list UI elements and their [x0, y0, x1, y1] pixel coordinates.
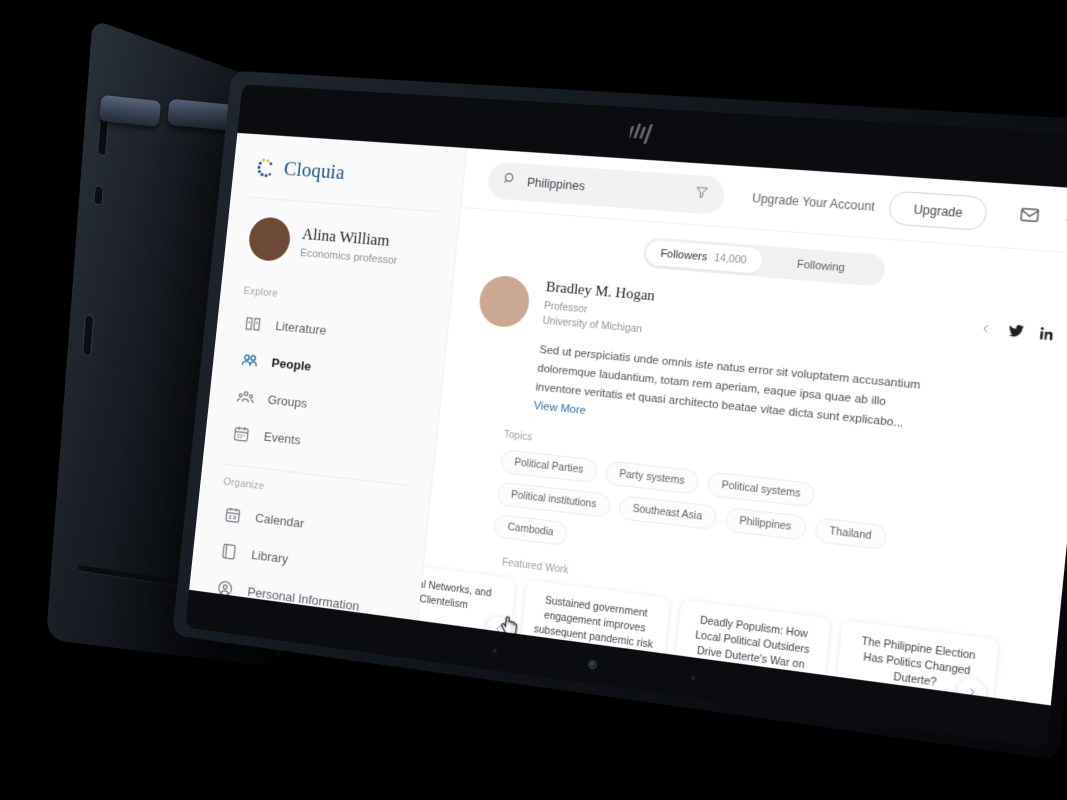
laptop-port-jack	[93, 184, 104, 207]
tab-following[interactable]: Following	[760, 249, 882, 284]
search-box[interactable]	[486, 160, 727, 215]
bezel-bottom-strip	[185, 589, 1051, 748]
topic-chip[interactable]: Political Parties	[499, 449, 599, 484]
topic-chip[interactable]: Political institutions	[496, 481, 612, 518]
topic-chip[interactable]: Political systems	[706, 471, 817, 508]
people-icon	[239, 350, 260, 372]
followers-tabs: Followers 14,000 Following	[641, 236, 886, 287]
bell-icon[interactable]	[1063, 207, 1067, 233]
webcam	[587, 658, 597, 670]
laptop-port-hdmi	[81, 313, 95, 357]
tab-followers-count: 14,000	[713, 251, 748, 267]
hp-logo	[628, 123, 653, 144]
topic-chip[interactable]: Philippines	[724, 506, 807, 541]
sidebar-item-label: People	[270, 355, 312, 374]
library-book-icon	[219, 541, 240, 563]
avatar[interactable]	[477, 274, 532, 329]
sidebar-item-label: Groups	[267, 392, 308, 411]
featured-work-authors	[831, 694, 992, 706]
featured-work-card[interactable]: The Philippine Election Has Politics Cha…	[831, 620, 999, 706]
chevron-left-icon[interactable]	[978, 321, 993, 341]
book-icon	[243, 313, 264, 334]
avatar	[735, 689, 756, 706]
sidebar-item-label: Calendar	[254, 510, 305, 531]
linkedin-icon[interactable]	[1038, 325, 1055, 346]
laptop-scene: Cloquia Alina William Economics professo…	[0, 0, 1067, 800]
view-more-link[interactable]: View More	[533, 400, 586, 417]
topbar-icons	[1018, 200, 1067, 245]
tab-followers-label: Followers	[659, 247, 708, 263]
profile-actions	[978, 316, 1056, 347]
featured-work-card[interactable]: Deadly Populism: How Local Political Out…	[670, 599, 831, 706]
featured-work-title: The Philippine Election Has Politics Cha…	[861, 634, 977, 690]
topic-chip[interactable]: Cambodia	[493, 513, 569, 546]
sensor-dot-left	[492, 648, 497, 653]
topic-chip[interactable]: Party systems	[604, 460, 700, 495]
topic-chip[interactable]: Thailand	[813, 517, 888, 550]
brand-name: Cloquia	[282, 156, 346, 184]
avatar	[246, 215, 293, 263]
groups-icon	[235, 386, 256, 408]
upgrade-button[interactable]: Upgrade	[887, 190, 989, 232]
calendar-events-icon	[231, 423, 252, 445]
twitter-icon[interactable]	[1006, 322, 1024, 344]
sidebar-item-label: Library	[250, 547, 289, 567]
carousel-next-button[interactable]	[955, 677, 987, 706]
profile-bio-text: Sed ut perspiciatis unde omnis iste natu…	[535, 344, 921, 430]
tab-following-label: Following	[796, 257, 846, 274]
laptop-lid: Cloquia Alina William Economics professo…	[172, 70, 1067, 761]
cloquia-dots-logo	[256, 156, 278, 178]
search-icon	[502, 170, 518, 190]
sidebar-item-label: Events	[263, 429, 302, 448]
search-input[interactable]	[526, 175, 684, 200]
avatar	[764, 692, 785, 705]
mail-icon[interactable]	[1018, 204, 1041, 231]
upgrade-label: Upgrade Your Account	[751, 190, 876, 214]
calendar-icon	[223, 504, 244, 526]
featured-work-title: Deadly Populism: How Local Political Out…	[692, 614, 811, 687]
topic-chip[interactable]: Southeast Asia	[617, 494, 718, 531]
sensor-dot-right	[690, 675, 695, 681]
sidebar-item-label: Literature	[274, 318, 328, 338]
